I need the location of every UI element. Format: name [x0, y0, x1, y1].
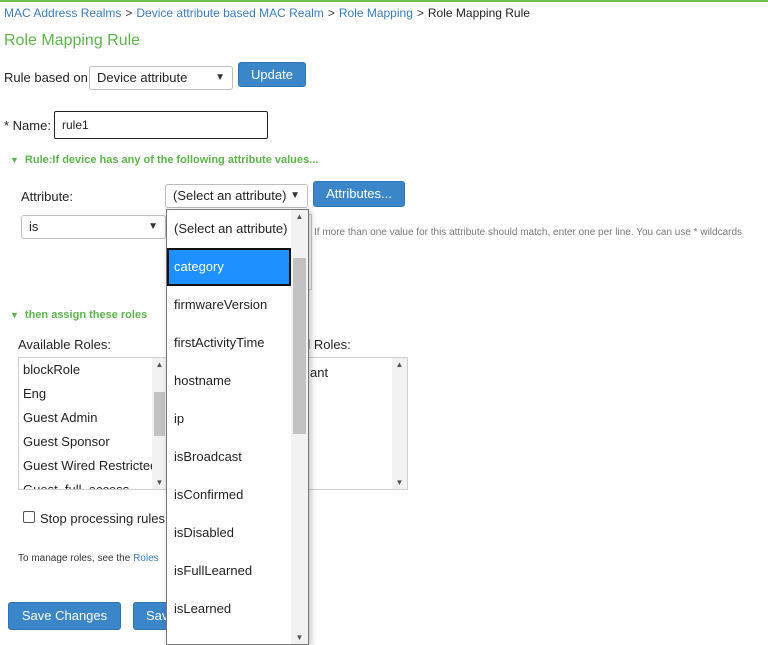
scroll-down-icon[interactable]: ▼	[291, 633, 308, 642]
dropdown-option[interactable]: firstActivityTime	[167, 324, 291, 362]
scroll-up-icon[interactable]: ▲	[152, 360, 167, 369]
dropdown-option[interactable]: firmwareVersion	[167, 286, 291, 324]
chevron-down-icon: ▼	[290, 190, 300, 201]
attribute-dropdown-list[interactable]: (Select an attribute) category firmwareV…	[166, 209, 309, 645]
name-label: * Name:	[4, 118, 51, 133]
breadcrumb-separator: >	[416, 6, 424, 20]
attribute-label: Attribute:	[21, 189, 74, 204]
attribute-values-hint: If more than one value for this attribut…	[314, 227, 743, 238]
update-button[interactable]: Update	[238, 62, 306, 87]
rule-based-on-label: Rule based on:	[4, 70, 92, 85]
chevron-down-icon: ▼	[10, 310, 19, 320]
attribute-select[interactable]: (Select an attribute) ▼	[165, 184, 308, 208]
dropdown-option[interactable]: isFullLearned	[167, 552, 291, 590]
breadcrumb-link-device-realm[interactable]: Device attribute based MAC Realm	[136, 6, 323, 20]
top-accent-line	[0, 0, 768, 2]
list-item[interactable]: Guest Admin	[19, 406, 167, 430]
attribute-select-value: (Select an attribute)	[173, 188, 287, 203]
save-changes-button[interactable]: Save Changes	[8, 602, 121, 630]
breadcrumb-link-role-mapping[interactable]: Role Mapping	[339, 6, 413, 20]
name-input[interactable]: rule1	[54, 111, 268, 139]
rule-based-on-select[interactable]: Device attribute ▼	[89, 66, 233, 90]
selected-roles-list[interactable]: ant ▲ ▼	[300, 357, 408, 490]
selected-roles-label: d Roles:	[303, 337, 351, 352]
roles-link[interactable]: Roles	[133, 553, 159, 564]
scroll-thumb[interactable]	[154, 392, 165, 436]
chevron-down-icon: ▼	[148, 221, 158, 232]
available-roles-scrollbar[interactable]: ▲ ▼	[152, 358, 167, 489]
list-item[interactable]: Guest Sponsor	[19, 430, 167, 454]
list-item[interactable]: blockRole	[19, 358, 167, 382]
rule-section-header[interactable]: ▼ Rule:If device has any of the following…	[10, 154, 318, 166]
breadcrumb: MAC Address Realms > Device attribute base…	[4, 6, 530, 20]
breadcrumb-link-mac-realms[interactable]: MAC Address Realms	[4, 6, 121, 20]
manage-roles-text: To manage roles, see the Roles	[18, 553, 159, 564]
breadcrumb-separator: >	[125, 6, 133, 20]
chevron-down-icon: ▼	[10, 155, 19, 165]
operator-select[interactable]: is ▼	[21, 215, 166, 239]
stop-processing-checkbox[interactable]	[23, 511, 35, 523]
dropdown-option[interactable]: hostname	[167, 362, 291, 400]
page-title: Role Mapping Rule	[4, 32, 141, 49]
breadcrumb-separator: >	[327, 6, 335, 20]
dropdown-option[interactable]: isConfirmed	[167, 476, 291, 514]
roles-section-title: then assign these roles	[24, 309, 148, 321]
stop-processing-label: Stop processing rules w	[40, 511, 179, 526]
rule-based-on-value: Device attribute	[97, 70, 188, 85]
dropdown-option-highlighted[interactable]: category	[167, 248, 291, 286]
list-item[interactable]: Guest_full_access	[19, 478, 167, 489]
dropdown-option[interactable]: isBroadcast	[167, 438, 291, 476]
dropdown-option[interactable]: isDisabled	[167, 514, 291, 552]
scroll-thumb[interactable]	[293, 258, 306, 434]
scroll-up-icon[interactable]: ▲	[291, 212, 308, 221]
scroll-down-icon[interactable]: ▼	[152, 478, 167, 487]
selected-roles-scrollbar[interactable]: ▲ ▼	[392, 358, 407, 489]
dropdown-option[interactable]: isLearned	[167, 590, 291, 628]
dropdown-scrollbar[interactable]: ▲ ▼	[291, 210, 308, 644]
scroll-up-icon[interactable]: ▲	[392, 360, 407, 369]
available-roles-label: Available Roles:	[18, 337, 111, 352]
operator-value: is	[29, 219, 39, 234]
list-item[interactable]: Eng	[19, 382, 167, 406]
scroll-down-icon[interactable]: ▼	[392, 478, 407, 487]
roles-section-header[interactable]: ▼ then assign these roles	[10, 309, 147, 321]
rule-section-title: Rule:If device has any of the following …	[24, 154, 319, 166]
available-roles-list[interactable]: blockRole Eng Guest Admin Guest Sponsor …	[18, 357, 168, 490]
dropdown-option[interactable]: (Select an attribute)	[167, 210, 291, 248]
chevron-down-icon: ▼	[215, 72, 225, 83]
manage-roles-prefix: To manage roles, see the	[18, 553, 131, 564]
attributes-button[interactable]: Attributes...	[313, 181, 405, 207]
breadcrumb-current: Role Mapping Rule	[427, 6, 530, 20]
list-item[interactable]: Guest Wired Restricted	[19, 454, 167, 478]
dropdown-option[interactable]: ip	[167, 400, 291, 438]
